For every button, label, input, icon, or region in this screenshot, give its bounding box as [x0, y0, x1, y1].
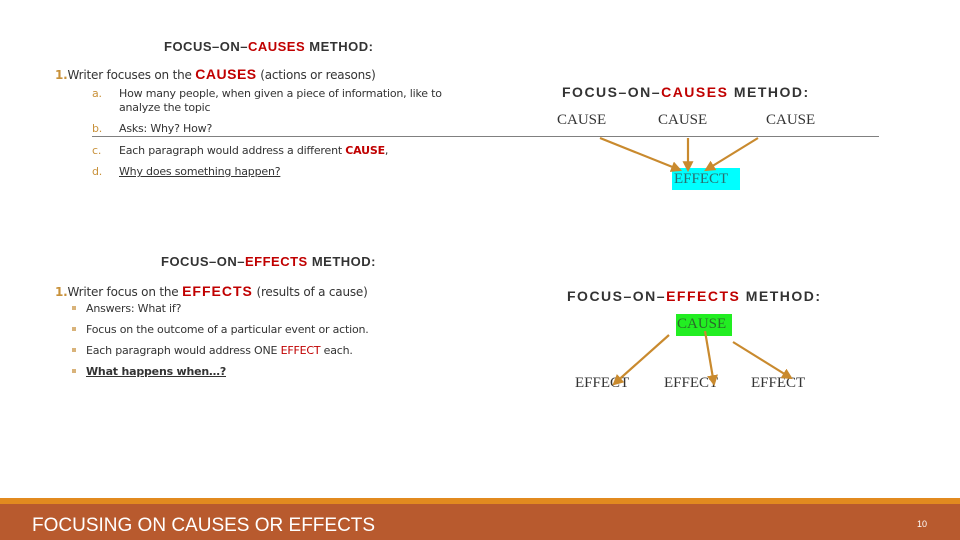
point-accent: CAUSES: [195, 66, 257, 82]
causes-item-a: a. How many people, when given a piece of…: [92, 87, 442, 100]
point-text: Writer focus on the: [67, 285, 183, 299]
effect-node-1: EFFECT: [575, 375, 630, 391]
arrow-cause3-to-effect: [704, 137, 759, 172]
point-text-post: (actions or reasons): [256, 68, 376, 82]
bullet-text: Focus on the outcome of a particular eve…: [86, 323, 369, 336]
causes-item-d: d. Why does something happen?: [92, 165, 281, 178]
bullet-text: Answers: What if?: [86, 302, 182, 315]
heading-pre: FOCUS–ON–: [164, 39, 248, 54]
divider-line: [92, 136, 879, 137]
effect-node-3: EFFECT: [751, 375, 806, 391]
effects-point: 1.Writer focus on the EFFECTS (results o…: [55, 283, 368, 299]
heading-post: METHOD:: [740, 288, 822, 304]
cause-node-1: CAUSE: [557, 112, 607, 128]
heading-post: METHOD:: [728, 84, 810, 100]
heading-accent: CAUSES: [247, 39, 306, 54]
cause-node: CAUSE: [677, 316, 727, 332]
item-letter: c.: [92, 144, 102, 157]
item-letter: b.: [92, 122, 103, 135]
slide-title: FOCUSING ON CAUSES OR EFFECTS: [32, 515, 376, 536]
effects-bullet-3: Each paragraph would address ONE EFFECT …: [72, 344, 353, 357]
causes-item-b: b. Asks: Why? How?: [92, 122, 212, 135]
bullet-text-post: each.: [320, 344, 353, 357]
arrow-cause-to-effect3: [732, 341, 793, 380]
effects-method-heading: FOCUS–ON–EFFECTS METHOD:: [161, 254, 376, 269]
page-number: 10: [917, 519, 928, 529]
heading-accent: EFFECTS: [244, 254, 308, 269]
bullet-accent: EFFECT: [280, 344, 321, 357]
causes-item-a-cont: analyze the topic: [119, 101, 211, 114]
heading-pre: FOCUS–ON–: [161, 254, 245, 269]
causes-diagram-heading: FOCUS–ON–CAUSES METHOD:: [562, 84, 810, 100]
point-number: 1.: [55, 285, 68, 299]
point-text-post: (results of a cause): [252, 285, 368, 299]
effects-bullet-2: Focus on the outcome of a particular eve…: [72, 323, 369, 336]
item-text-post: ,: [384, 144, 389, 157]
effects-bullet-1: Answers: What if?: [72, 302, 181, 315]
item-letter: a.: [92, 87, 102, 100]
cause-node-2: CAUSE: [658, 112, 708, 128]
effects-diagram-heading: FOCUS–ON–EFFECTS METHOD:: [567, 288, 822, 304]
point-accent: EFFECTS: [182, 283, 253, 299]
cause-node-3: CAUSE: [766, 112, 816, 128]
heading-accent: CAUSES: [661, 84, 729, 100]
point-number: 1.: [55, 68, 68, 82]
bullet-icon: [72, 327, 76, 331]
item-text: Each paragraph would address a different: [119, 144, 346, 157]
item-text: Why does something happen?: [119, 165, 281, 178]
item-text: Asks: Why? How?: [119, 122, 213, 135]
causes-item-c: c. Each paragraph would address a differe…: [92, 144, 388, 157]
bullet-text: What happens when…?: [86, 365, 227, 378]
causes-method-heading: FOCUS–ON–CAUSES METHOD:: [164, 39, 373, 54]
bullet-icon: [72, 369, 76, 373]
bullet-icon: [72, 348, 76, 352]
point-text: Writer focuses on the: [67, 68, 196, 82]
footer-bar: FOCUSING ON CAUSES OR EFFECTS 10: [0, 504, 960, 540]
effect-node: EFFECT: [674, 171, 729, 187]
bullet-text: Each paragraph would address ONE: [86, 344, 281, 357]
effect-node-2: EFFECT: [664, 375, 719, 391]
heading-accent: EFFECTS: [666, 288, 741, 304]
item-text: How many people, when given a piece of i…: [119, 87, 442, 100]
heading-pre: FOCUS–ON–: [562, 84, 662, 100]
item-accent: CAUSE: [345, 144, 385, 157]
heading-pre: FOCUS–ON–: [567, 288, 667, 304]
heading-post: METHOD:: [307, 254, 376, 269]
item-letter: d.: [92, 165, 103, 178]
causes-point: 1.Writer focuses on the CAUSES (actions …: [55, 66, 376, 82]
arrow-cause1-to-effect: [599, 136, 683, 172]
bullet-icon: [72, 306, 76, 310]
heading-post: METHOD:: [305, 39, 374, 54]
effects-bullet-4: What happens when…?: [72, 365, 226, 378]
